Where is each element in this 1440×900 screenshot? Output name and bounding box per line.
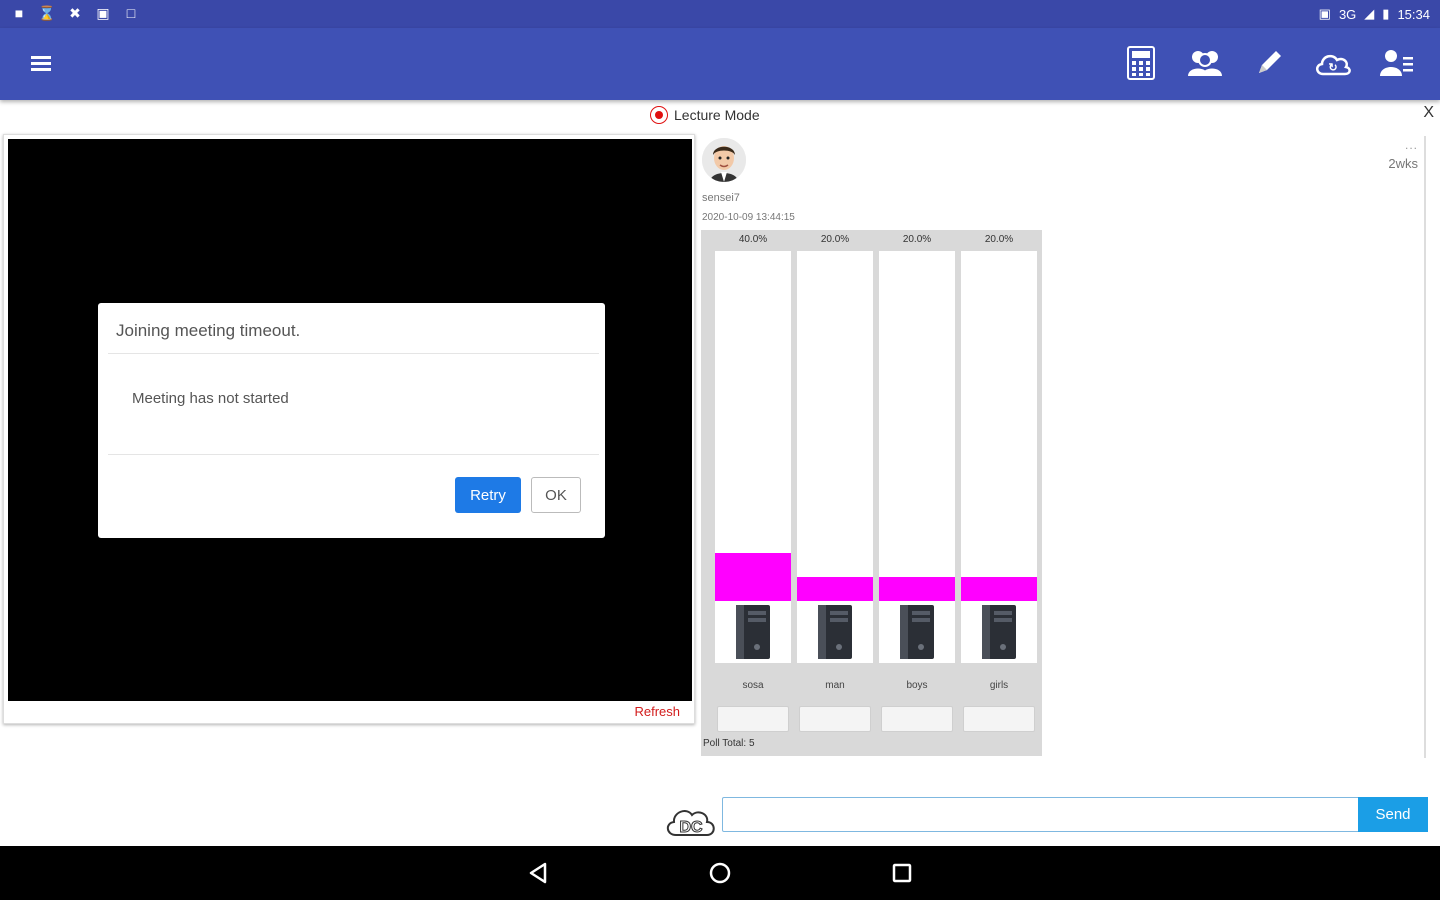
poll-option-label: girls (989, 680, 1009, 691)
avatar[interactable] (702, 138, 746, 182)
home-icon[interactable] (707, 860, 733, 886)
video-icon: ■ (14, 5, 24, 21)
record-icon (650, 106, 668, 124)
signal-icon: ◢ (1364, 6, 1375, 21)
dc-logo-text: DC (679, 819, 703, 836)
status-bar: ■ ⌛ ✖ ▣ □ ▣ 3G ◢ ▮ 15:34 (0, 0, 1440, 28)
battery-icon: ▮ (1382, 6, 1390, 21)
send-button[interactable]: Send (1358, 797, 1428, 832)
lock-icon: ▣ (96, 5, 110, 21)
poll-bar-track (715, 251, 791, 601)
system-nav-bar (0, 846, 1440, 900)
poll-vote-button[interactable] (963, 706, 1035, 732)
ok-button[interactable]: OK (531, 477, 581, 513)
mode-bar: Lecture Mode X (0, 100, 1440, 134)
video-area[interactable]: Joining meeting timeout. Meeting has not… (8, 139, 692, 701)
menu-icon[interactable] (22, 50, 60, 78)
mode-label: Lecture Mode (674, 107, 760, 123)
poll-vote-button[interactable] (881, 706, 953, 732)
vibrate-icon: ▣ (1318, 6, 1331, 21)
poll-option-label: man (825, 680, 845, 691)
status-bar-system-info: ▣ 3G ◢ ▮ 15:34 (1319, 6, 1430, 22)
cloud-sync-icon[interactable]: ↻ (1312, 42, 1354, 84)
dialog-message: Meeting has not started (132, 390, 289, 407)
calculator-icon[interactable] (1120, 42, 1162, 84)
post-menu-button[interactable]: ... (1405, 138, 1418, 152)
toolbar-actions: ↻ (1120, 42, 1418, 84)
poll-option-label: sosa (742, 680, 764, 691)
computer-tower-icon (879, 601, 955, 663)
back-icon[interactable] (526, 860, 552, 886)
square-icon: □ (126, 5, 136, 21)
recents-icon[interactable] (889, 860, 915, 886)
svg-text:↻: ↻ (1328, 62, 1337, 74)
retry-button[interactable]: Retry (455, 477, 521, 513)
video-panel: Joining meeting timeout. Meeting has not… (3, 134, 695, 724)
scrollbar[interactable] (1424, 136, 1426, 758)
poll-bar-track (961, 251, 1037, 601)
group-icon[interactable] (1184, 42, 1226, 84)
post-card: sensei7 2020-10-09 13:44:15 ... 2wks 40.… (700, 136, 1426, 758)
dialog-divider (108, 353, 599, 354)
network-type: 3G (1338, 6, 1357, 22)
refresh-link[interactable]: Refresh (634, 704, 680, 719)
poll-option-label: boys (906, 680, 928, 691)
poll-bar-track (797, 251, 873, 601)
computer-tower-icon (715, 601, 791, 663)
app-bar: ↻ (0, 28, 1440, 100)
close-button[interactable]: X (1423, 104, 1434, 122)
poll-bar-fill (879, 576, 955, 601)
timeout-dialog: Joining meeting timeout. Meeting has not… (98, 303, 605, 538)
post-timestamp: 2020-10-09 13:44:15 (702, 212, 795, 223)
poll-vote-button[interactable] (717, 706, 789, 732)
poll-vote-button[interactable] (799, 706, 871, 732)
tools-icon: ✖ (69, 5, 81, 21)
poll-widget: 40.0% sosa 20.0% man 20.0% boys 20.0% gi… (701, 230, 1042, 756)
post-username[interactable]: sensei7 (702, 192, 740, 204)
clock: 15:34 (1397, 6, 1430, 22)
poll-percent: 20.0% (984, 234, 1014, 245)
poll-percent: 20.0% (902, 234, 932, 245)
hourglass-icon: ⌛ (38, 5, 56, 21)
poll-total: Poll Total: 5 (703, 738, 755, 749)
dialog-title: Joining meeting timeout. (116, 321, 301, 340)
computer-tower-icon (797, 601, 873, 663)
status-bar-notification-icons: ■ ⌛ ✖ ▣ □ (10, 5, 140, 22)
poll-percent: 20.0% (820, 234, 850, 245)
poll-bar-fill (715, 552, 791, 601)
user-settings-icon[interactable] (1376, 42, 1418, 84)
dc-cloud-logo: DC (664, 801, 718, 839)
post-age: 2wks (1388, 156, 1418, 171)
dialog-divider (108, 454, 599, 455)
computer-tower-icon (961, 601, 1037, 663)
message-input[interactable] (722, 797, 1360, 832)
poll-bar-fill (961, 576, 1037, 601)
poll-bar-track (879, 251, 955, 601)
lecture-mode-indicator[interactable]: Lecture Mode (650, 106, 760, 124)
poll-bar-fill (797, 576, 873, 601)
chat-input-row: DC Send (660, 795, 1440, 840)
pencil-icon[interactable] (1248, 42, 1290, 84)
poll-percent: 40.0% (738, 234, 768, 245)
